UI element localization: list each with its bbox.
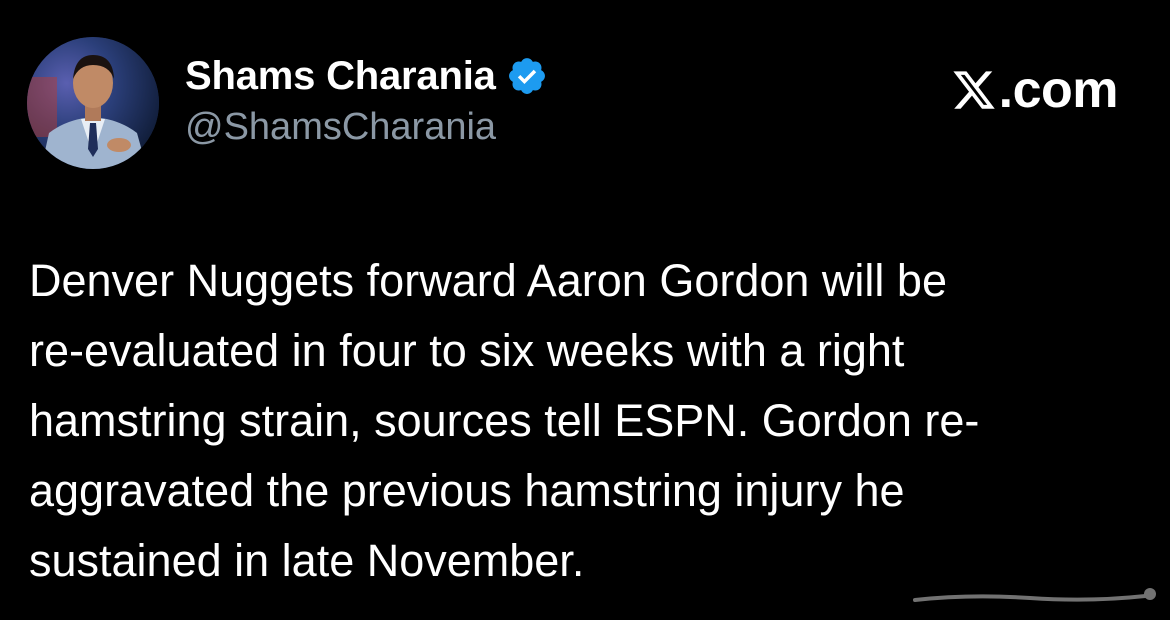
brand-text: .com [998,61,1119,119]
tweet-line: hamstring strain, sources tell ESPN. Gor… [29,395,980,446]
tweet-text: Denver Nuggets forward Aaron Gordon will… [29,246,1139,596]
user-handle[interactable]: @ShamsCharania [185,106,548,149]
tweet-card: Shams Charania @ShamsCharania .com Denve… [0,0,1170,620]
name-row: Shams Charania [185,52,548,100]
brand-logo: .com [951,61,1119,119]
display-name[interactable]: Shams Charania [185,54,496,99]
x-logo-icon [951,67,997,113]
profile-photo-icon [27,37,159,169]
tweet-line: Denver Nuggets forward Aaron Gordon will… [29,255,947,306]
tweet-line: re-evaluated in four to six weeks with a… [29,325,905,376]
author-info: Shams Charania @ShamsCharania [185,52,548,149]
tweet-line: aggravated the previous hamstring injury… [29,465,905,516]
avatar[interactable] [27,37,159,169]
watermark [910,580,1160,610]
verified-badge-icon [506,55,548,97]
